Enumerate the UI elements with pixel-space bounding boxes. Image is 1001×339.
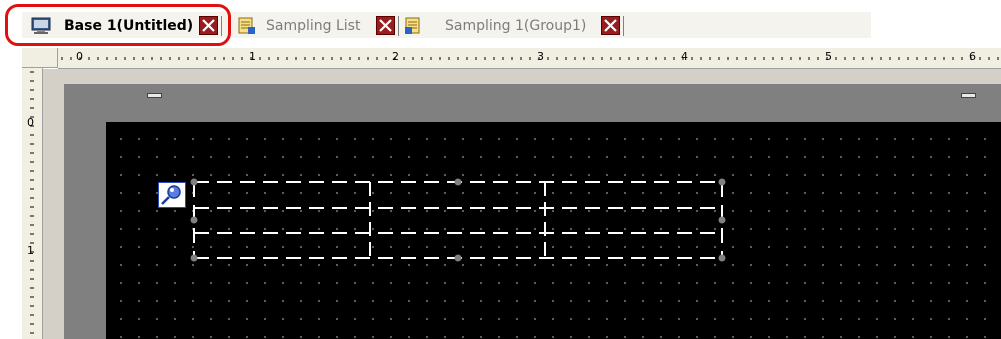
tab-label: Sampling List bbox=[266, 18, 361, 34]
selection-handle[interactable] bbox=[718, 254, 726, 262]
frame-marker-right bbox=[961, 93, 976, 98]
ruler-label: 4 bbox=[681, 50, 688, 63]
frame-marker-left bbox=[147, 93, 162, 98]
close-tab-sampling-1-button[interactable] bbox=[601, 16, 620, 35]
selection-handle[interactable] bbox=[718, 178, 726, 186]
tab-separator bbox=[623, 16, 624, 36]
ruler-label: 5 bbox=[825, 50, 832, 63]
selection-handle[interactable] bbox=[190, 216, 198, 224]
lens-zoom-icon[interactable] bbox=[158, 182, 186, 208]
ruler-label: 6 bbox=[969, 50, 976, 63]
selection-handle[interactable] bbox=[454, 254, 462, 262]
tab-sampling-1[interactable]: Sampling 1(Group1) bbox=[403, 13, 586, 39]
editor-tab-strip: Base 1(Untitled) Sampling List Sampling … bbox=[0, 0, 1001, 46]
close-tab-sampling-list-button[interactable] bbox=[376, 16, 395, 35]
ruler-label: 2 bbox=[392, 50, 399, 63]
ruler-label: 1 bbox=[249, 50, 256, 63]
horizontal-ruler-ticks bbox=[61, 57, 999, 60]
selection-handle[interactable] bbox=[190, 178, 198, 186]
sampling-list-icon bbox=[236, 16, 258, 36]
close-icon bbox=[604, 19, 617, 32]
selection-handle[interactable] bbox=[190, 254, 198, 262]
ruler-corner bbox=[22, 48, 58, 68]
vertical-ruler-ticks bbox=[30, 71, 34, 334]
ruler-label: 0 bbox=[76, 50, 83, 63]
tab-separator bbox=[398, 16, 399, 36]
selection-handle[interactable] bbox=[718, 216, 726, 224]
ruler-label: 1 bbox=[27, 244, 34, 257]
ruler-label: 3 bbox=[537, 50, 544, 63]
selection-handle[interactable] bbox=[454, 178, 462, 186]
active-tab-highlight bbox=[5, 4, 231, 46]
dashed-table-part[interactable] bbox=[188, 176, 728, 266]
left-margin bbox=[0, 48, 22, 339]
ruler-label: 0 bbox=[27, 116, 34, 129]
close-icon bbox=[379, 19, 392, 32]
sampling-group-icon bbox=[403, 16, 425, 36]
tab-label: Sampling 1(Group1) bbox=[445, 18, 587, 34]
tab-sampling-list[interactable]: Sampling List bbox=[236, 13, 360, 39]
vertical-ruler[interactable]: 0 1 bbox=[22, 68, 43, 339]
horizontal-ruler[interactable]: 0 1 2 3 4 5 6 bbox=[58, 48, 1001, 69]
